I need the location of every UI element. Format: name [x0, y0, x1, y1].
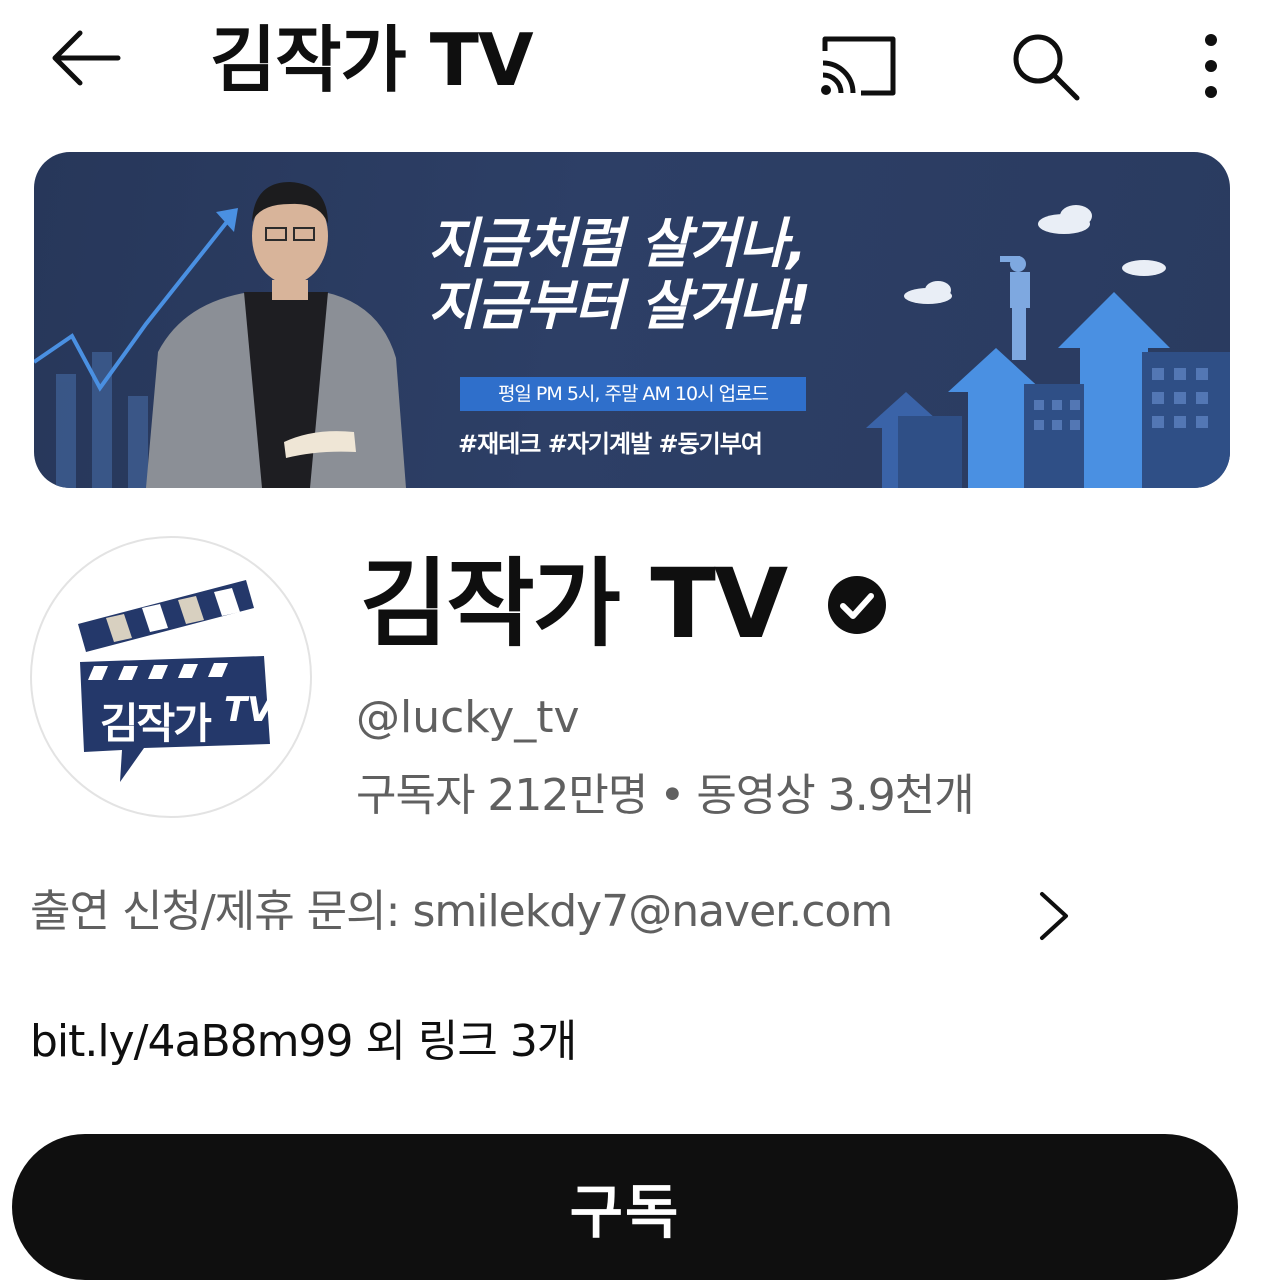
- more-options-button[interactable]: [1166, 24, 1256, 108]
- stats-separator: •: [659, 770, 685, 821]
- channel-banner: 지금처럼 살거나, 지금부터 살거나! 평일 PM 5시, 주말 AM 10시 …: [34, 152, 1230, 488]
- chevron-right-icon: [1040, 892, 1068, 940]
- avatar-logo-tv: TV: [224, 690, 274, 730]
- banner-hashtags: #재테크 #자기계발 #동기부여: [458, 430, 763, 458]
- cast-button[interactable]: [812, 24, 902, 108]
- presenter-figure: [146, 182, 406, 488]
- top-app-bar: 김작가 TV: [0, 0, 1280, 130]
- verified-icon: [828, 576, 886, 634]
- back-arrow-icon: [52, 30, 121, 86]
- channel-stats: 구독자 212만명 • 동영상 3.9천개: [356, 768, 975, 824]
- banner-headline-line1: 지금처럼 살거나,: [428, 212, 807, 275]
- avatar-logo-text: 김작가: [100, 699, 212, 748]
- banner-headline-line2: 지금부터 살거나!: [428, 274, 811, 337]
- channel-handle: @lucky_tv: [356, 692, 580, 743]
- description-text: 출연 신청/제휴 문의: smilekdy7@naver.com: [30, 886, 893, 937]
- page-title: 김작가 TV: [210, 18, 534, 102]
- search-button[interactable]: [1000, 24, 1090, 108]
- video-count: 동영상 3.9천개: [696, 770, 974, 821]
- channel-links[interactable]: bit.ly/4aB8m99 외 링크 3개: [30, 1012, 577, 1072]
- search-icon: [1013, 34, 1080, 101]
- subscriber-count: 구독자 212만명: [356, 770, 648, 821]
- more-vert-icon: [1205, 34, 1217, 98]
- clapperboard-logo-icon: [78, 580, 270, 782]
- channel-avatar[interactable]: [30, 536, 312, 818]
- banner-schedule: 평일 PM 5시, 주말 AM 10시 업로드: [460, 377, 806, 411]
- channel-description[interactable]: 출연 신청/제휴 문의: smilekdy7@naver.com: [0, 862, 1120, 972]
- back-button[interactable]: [40, 22, 130, 94]
- cast-icon: [821, 36, 896, 96]
- channel-name: 김작가 TV: [360, 548, 788, 660]
- subscribe-button[interactable]: 구독: [12, 1134, 1238, 1280]
